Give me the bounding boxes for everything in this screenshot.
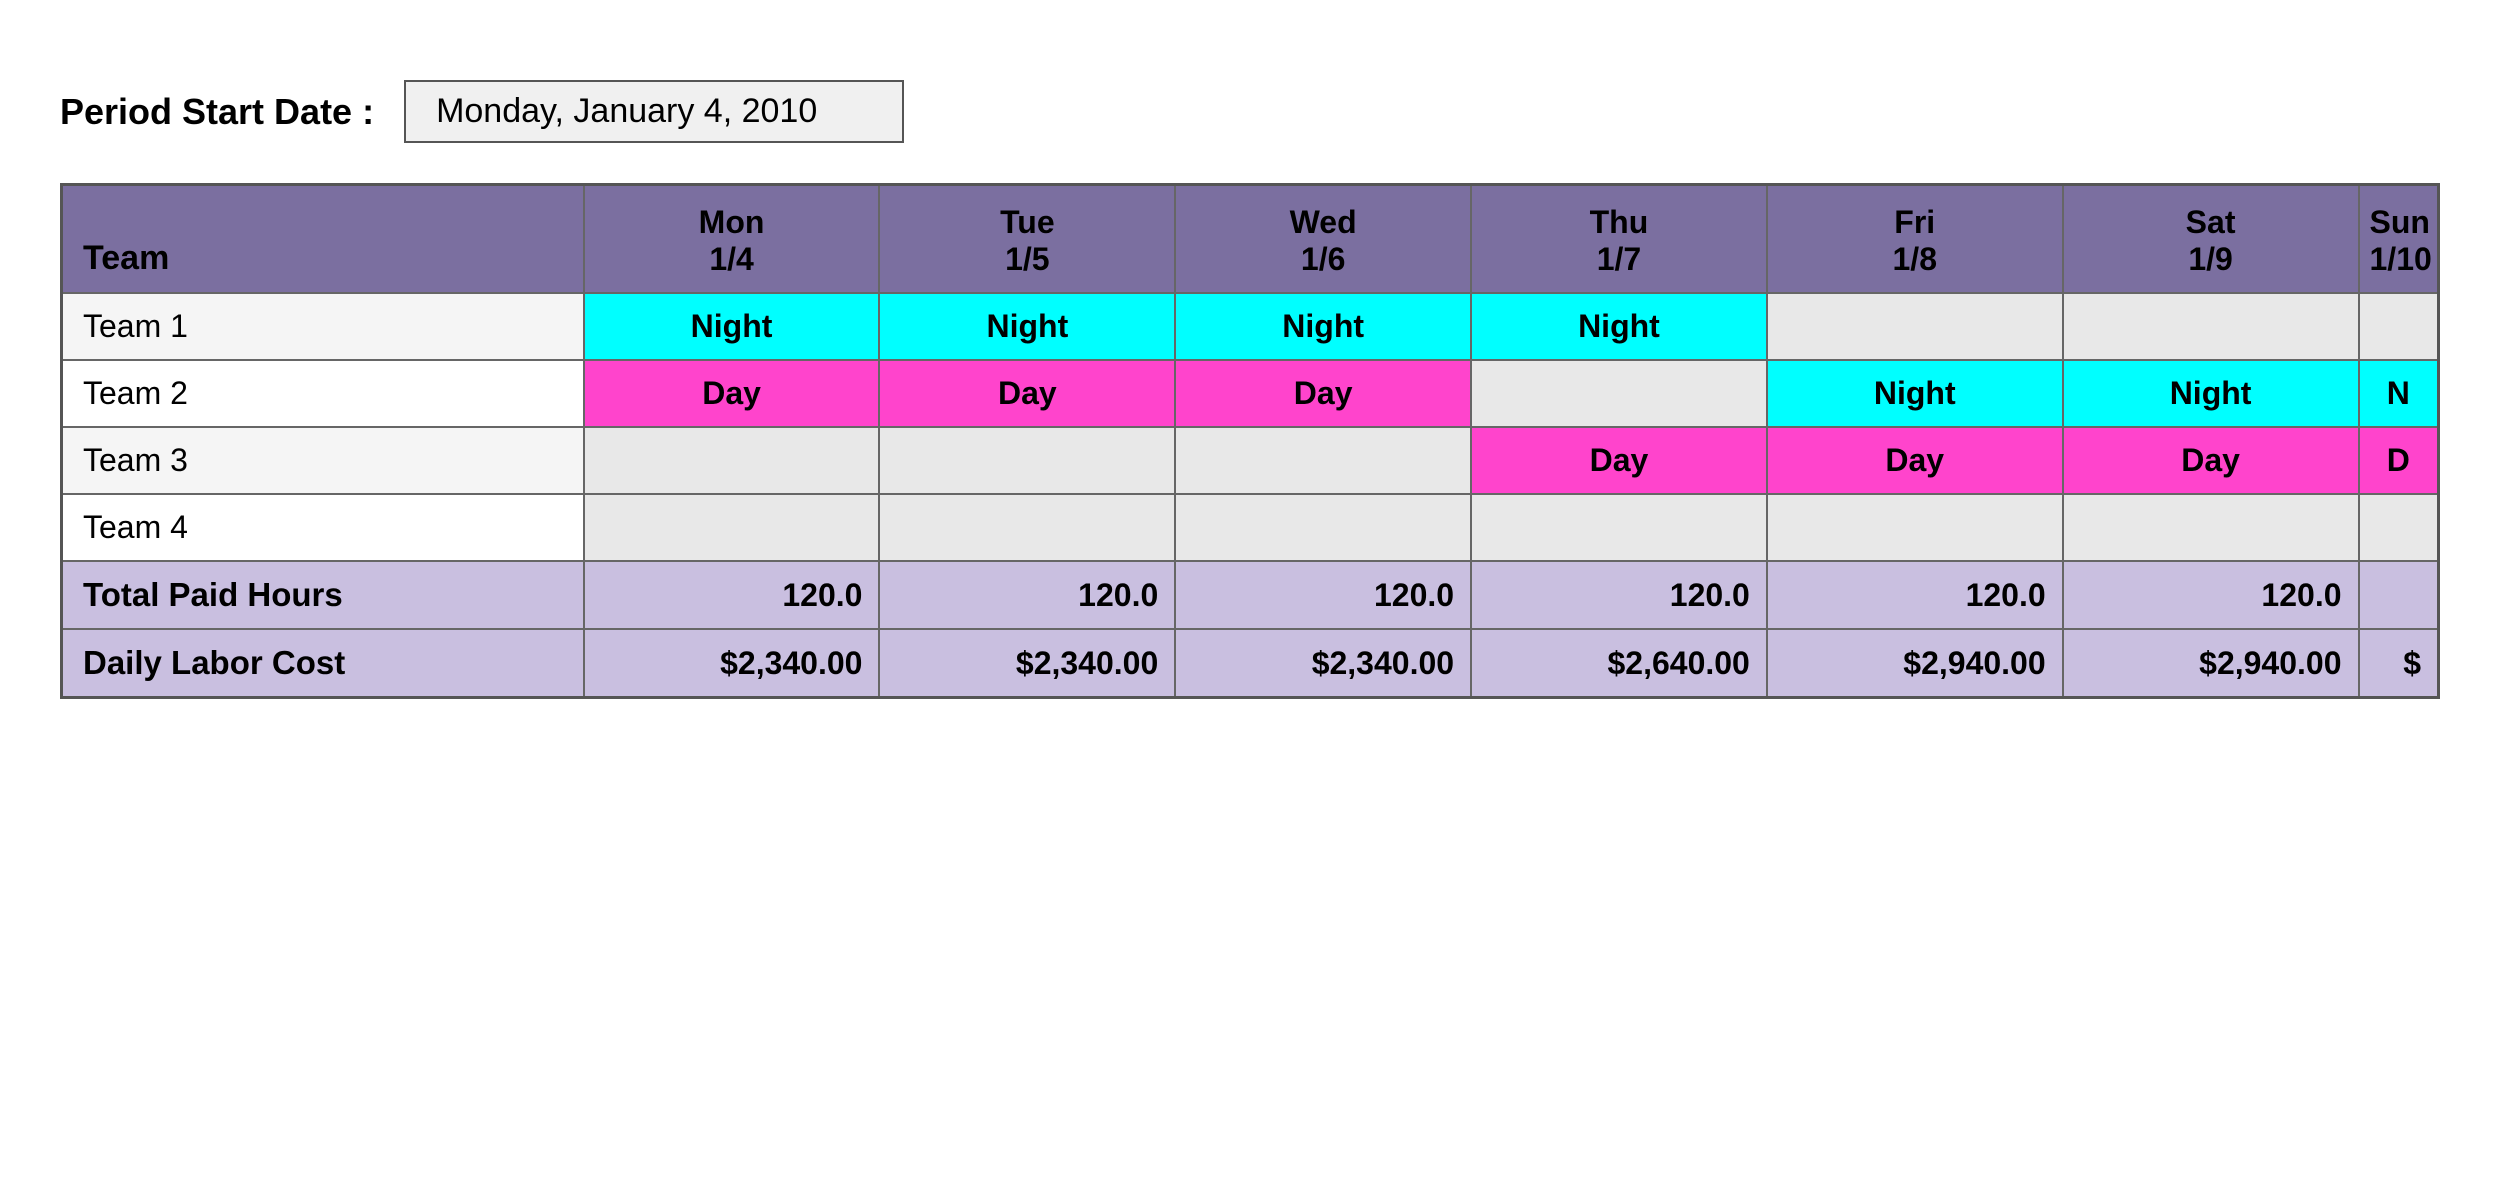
shift-cell: Day	[879, 360, 1175, 427]
paid-hours-cell: 120.0	[879, 561, 1175, 629]
shift-cell	[1471, 360, 1767, 427]
table-row: Team 3DayDayDayD	[62, 427, 2439, 494]
shift-cell: Night	[1767, 360, 2063, 427]
shift-cell: Day	[2063, 427, 2359, 494]
table-header-row: Team Mon1/4 Tue1/5 Wed1/6 Thu1/7 Fri1/8 …	[62, 185, 2439, 294]
team-name-cell: Team 1	[62, 293, 584, 360]
labor-cost-cell: $2,340.00	[1175, 629, 1471, 698]
shift-cell: Night	[584, 293, 880, 360]
team-rows: Team 1NightNightNightNightTeam 2DayDayDa…	[62, 293, 2439, 698]
paid-hours-cell: 120.0	[584, 561, 880, 629]
shift-cell: Night	[879, 293, 1175, 360]
shift-cell	[1767, 293, 2063, 360]
total-paid-hours-row: Total Paid Hours120.0120.0120.0120.0120.…	[62, 561, 2439, 629]
labor-cost-cell: $2,340.00	[879, 629, 1175, 698]
shift-cell	[879, 427, 1175, 494]
shift-cell	[1767, 494, 2063, 561]
shift-cell	[584, 494, 880, 561]
col-header-sat: Sat1/9	[2063, 185, 2359, 294]
shift-cell: D	[2359, 427, 2439, 494]
shift-cell	[1471, 494, 1767, 561]
col-header-fri: Fri1/8	[1767, 185, 2063, 294]
labor-cost-cell: $2,340.00	[584, 629, 880, 698]
col-header-sun: Sun1/10	[2359, 185, 2439, 294]
shift-cell	[1175, 427, 1471, 494]
paid-hours-cell: 120.0	[1767, 561, 2063, 629]
col-header-tue: Tue1/5	[879, 185, 1175, 294]
labor-cost-cell: $	[2359, 629, 2439, 698]
period-start-value: Monday, January 4, 2010	[404, 80, 904, 143]
labor-cost-label: Daily Labor Cost	[62, 629, 584, 698]
shift-cell: Night	[1471, 293, 1767, 360]
col-header-mon: Mon1/4	[584, 185, 880, 294]
shift-cell	[2063, 494, 2359, 561]
period-start-label: Period Start Date :	[60, 91, 374, 133]
team-name-cell: Team 4	[62, 494, 584, 561]
paid-hours-cell: 120.0	[2063, 561, 2359, 629]
labor-cost-cell: $2,940.00	[2063, 629, 2359, 698]
labor-cost-cell: $2,640.00	[1471, 629, 1767, 698]
table-row: Team 4	[62, 494, 2439, 561]
col-header-thu: Thu1/7	[1471, 185, 1767, 294]
shift-cell	[2359, 293, 2439, 360]
shift-cell	[2359, 494, 2439, 561]
team-name-cell: Team 3	[62, 427, 584, 494]
period-start-section: Period Start Date : Monday, January 4, 2…	[60, 80, 2440, 143]
shift-cell: Day	[1471, 427, 1767, 494]
col-header-wed: Wed1/6	[1175, 185, 1471, 294]
daily-labor-cost-row: Daily Labor Cost$2,340.00$2,340.00$2,340…	[62, 629, 2439, 698]
col-header-team: Team	[62, 185, 584, 294]
table-row: Team 2DayDayDayNightNightN	[62, 360, 2439, 427]
team-name-cell: Team 2	[62, 360, 584, 427]
shift-cell	[2063, 293, 2359, 360]
table-row: Team 1NightNightNightNight	[62, 293, 2439, 360]
shift-cell	[584, 427, 880, 494]
paid-hours-cell: 120.0	[1471, 561, 1767, 629]
schedule-table: Team Mon1/4 Tue1/5 Wed1/6 Thu1/7 Fri1/8 …	[60, 183, 2440, 699]
shift-cell: Day	[1767, 427, 2063, 494]
paid-hours-label: Total Paid Hours	[62, 561, 584, 629]
paid-hours-cell: 120.0	[1175, 561, 1471, 629]
shift-cell: N	[2359, 360, 2439, 427]
shift-cell: Day	[584, 360, 880, 427]
shift-cell	[879, 494, 1175, 561]
shift-cell: Night	[1175, 293, 1471, 360]
paid-hours-cell	[2359, 561, 2439, 629]
labor-cost-cell: $2,940.00	[1767, 629, 2063, 698]
shift-cell: Night	[2063, 360, 2359, 427]
shift-cell: Day	[1175, 360, 1471, 427]
shift-cell	[1175, 494, 1471, 561]
